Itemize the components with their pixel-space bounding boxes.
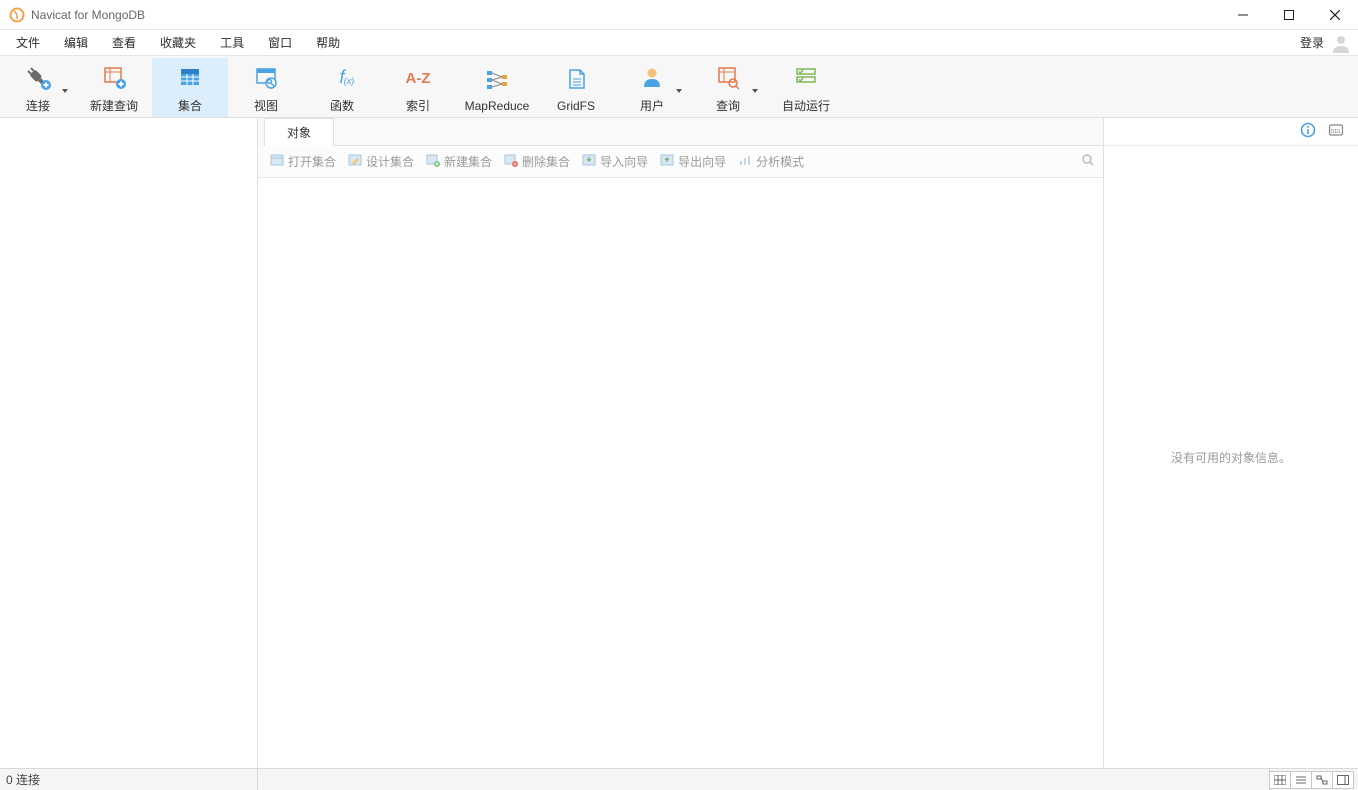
analyze-schema-label: 分析模式 (756, 153, 804, 170)
design-collection-button[interactable]: 设计集合 (344, 151, 418, 172)
window-minimize-button[interactable] (1220, 0, 1266, 30)
status-bar: 0 连接 (0, 768, 1358, 790)
index-icon: A-Z (382, 61, 454, 95)
object-list-area[interactable] (258, 178, 1103, 768)
export-wizard-label: 导出向导 (678, 153, 726, 170)
open-collection-icon (270, 153, 284, 170)
info-tab-general-icon[interactable] (1300, 122, 1316, 141)
design-collection-icon (348, 153, 362, 170)
object-toolbar: 打开集合 设计集合 新建集合 删除集合 导入向导 导出向导 (258, 146, 1103, 178)
toolbar-index-label: 索引 (406, 97, 430, 114)
toolbar-newquery-label: 新建查询 (90, 97, 138, 114)
status-message (258, 769, 1270, 790)
menu-bar: 文件 编辑 查看 收藏夹 工具 窗口 帮助 登录 (0, 30, 1358, 56)
toolbar-queries-button[interactable]: 查询 (690, 58, 766, 117)
view-mode-toolbar (1270, 771, 1358, 789)
toolbar-user-button[interactable]: 用户 (614, 58, 690, 117)
export-wizard-button[interactable]: 导出向导 (656, 151, 730, 172)
window-close-button[interactable] (1312, 0, 1358, 30)
toolbar-autorun-label: 自动运行 (782, 97, 830, 114)
chevron-down-icon (676, 89, 682, 93)
toolbar-autorun-button[interactable]: 自动运行 (766, 58, 846, 117)
toolbar-view-button[interactable]: 视图 (228, 58, 304, 117)
toolbar-index-button[interactable]: A-Z 索引 (380, 58, 456, 117)
toolbar-function-label: 函数 (330, 97, 354, 114)
new-collection-icon (426, 153, 440, 170)
import-wizard-icon (582, 153, 596, 170)
app-logo-icon (9, 7, 25, 23)
search-icon[interactable] (1081, 153, 1095, 170)
view-details-button[interactable] (1269, 771, 1291, 789)
autorun-icon (770, 61, 842, 95)
menu-view[interactable]: 查看 (100, 30, 148, 55)
function-icon: f(x) (306, 61, 378, 95)
center-pane: 对象 打开集合 设计集合 新建集合 删除集合 导入向导 (258, 118, 1104, 768)
toolbar-function-button[interactable]: f(x) 函数 (304, 58, 380, 117)
login-link[interactable]: 登录 (1294, 30, 1330, 55)
import-wizard-button[interactable]: 导入向导 (578, 151, 652, 172)
app-title: Navicat for MongoDB (31, 8, 145, 22)
chevron-down-icon (752, 89, 758, 93)
mapreduce-icon (461, 63, 533, 97)
svg-text:(x): (x) (344, 76, 355, 86)
view-icon (230, 61, 302, 95)
connection-navigator-pane[interactable] (0, 118, 258, 768)
toolbar-queries-label: 查询 (716, 97, 740, 114)
toggle-info-pane-button[interactable] (1332, 771, 1354, 789)
menu-file[interactable]: 文件 (4, 30, 52, 55)
body: 对象 打开集合 设计集合 新建集合 删除集合 导入向导 (0, 118, 1358, 768)
info-pane: DDL 没有可用的对象信息。 (1104, 118, 1358, 768)
export-wizard-icon (660, 153, 674, 170)
toolbar-user-label: 用户 (640, 97, 664, 114)
no-object-info-message: 没有可用的对象信息。 (1171, 449, 1291, 466)
svg-text:DDL: DDL (1330, 129, 1341, 135)
status-connections: 0 连接 (0, 769, 258, 790)
toolbar-gridfs-button[interactable]: GridFS (538, 58, 614, 117)
delete-collection-label: 删除集合 (522, 153, 570, 170)
svg-text:A-Z: A-Z (406, 70, 431, 87)
toolbar-gridfs-label: GridFS (557, 99, 595, 113)
menu-tools[interactable]: 工具 (208, 30, 256, 55)
tab-strip: 对象 (258, 118, 1103, 146)
open-collection-button[interactable]: 打开集合 (266, 151, 340, 172)
view-list-button[interactable] (1290, 771, 1312, 789)
toolbar-mapreduce-label: MapReduce (465, 99, 530, 113)
toolbar-view-label: 视图 (254, 97, 278, 114)
chevron-down-icon (62, 89, 68, 93)
query-icon (78, 61, 150, 95)
tab-objects[interactable]: 对象 (264, 118, 334, 146)
toolbar-collection-label: 集合 (178, 97, 202, 114)
menu-edit[interactable]: 编辑 (52, 30, 100, 55)
design-collection-label: 设计集合 (366, 153, 414, 170)
import-wizard-label: 导入向导 (600, 153, 648, 170)
view-er-button[interactable] (1311, 771, 1333, 789)
toolbar-connect-button[interactable]: 连接 (0, 58, 76, 117)
menu-window[interactable]: 窗口 (256, 30, 304, 55)
delete-collection-icon (504, 153, 518, 170)
window-maximize-button[interactable] (1266, 0, 1312, 30)
gridfs-icon (540, 63, 612, 97)
toolbar-collection-button[interactable]: 集合 (152, 58, 228, 117)
avatar-icon[interactable] (1330, 32, 1352, 54)
info-pane-tabs: DDL (1104, 118, 1358, 146)
info-tab-ddl-icon[interactable]: DDL (1328, 122, 1344, 141)
analyze-icon (738, 153, 752, 170)
delete-collection-button[interactable]: 删除集合 (500, 151, 574, 172)
menu-favorites[interactable]: 收藏夹 (148, 30, 208, 55)
toolbar-newquery-button[interactable]: 新建查询 (76, 58, 152, 117)
title-bar: Navicat for MongoDB (0, 0, 1358, 30)
new-collection-button[interactable]: 新建集合 (422, 151, 496, 172)
analyze-schema-button[interactable]: 分析模式 (734, 151, 808, 172)
new-collection-label: 新建集合 (444, 153, 492, 170)
toolbar-connect-label: 连接 (26, 97, 50, 114)
collection-icon (154, 61, 226, 95)
toolbar-mapreduce-button[interactable]: MapReduce (456, 58, 538, 117)
main-toolbar: 连接 新建查询 集合 视图 f(x) 函数 A-Z 索引 MapRe (0, 56, 1358, 118)
menu-help[interactable]: 帮助 (304, 30, 352, 55)
open-collection-label: 打开集合 (288, 153, 336, 170)
